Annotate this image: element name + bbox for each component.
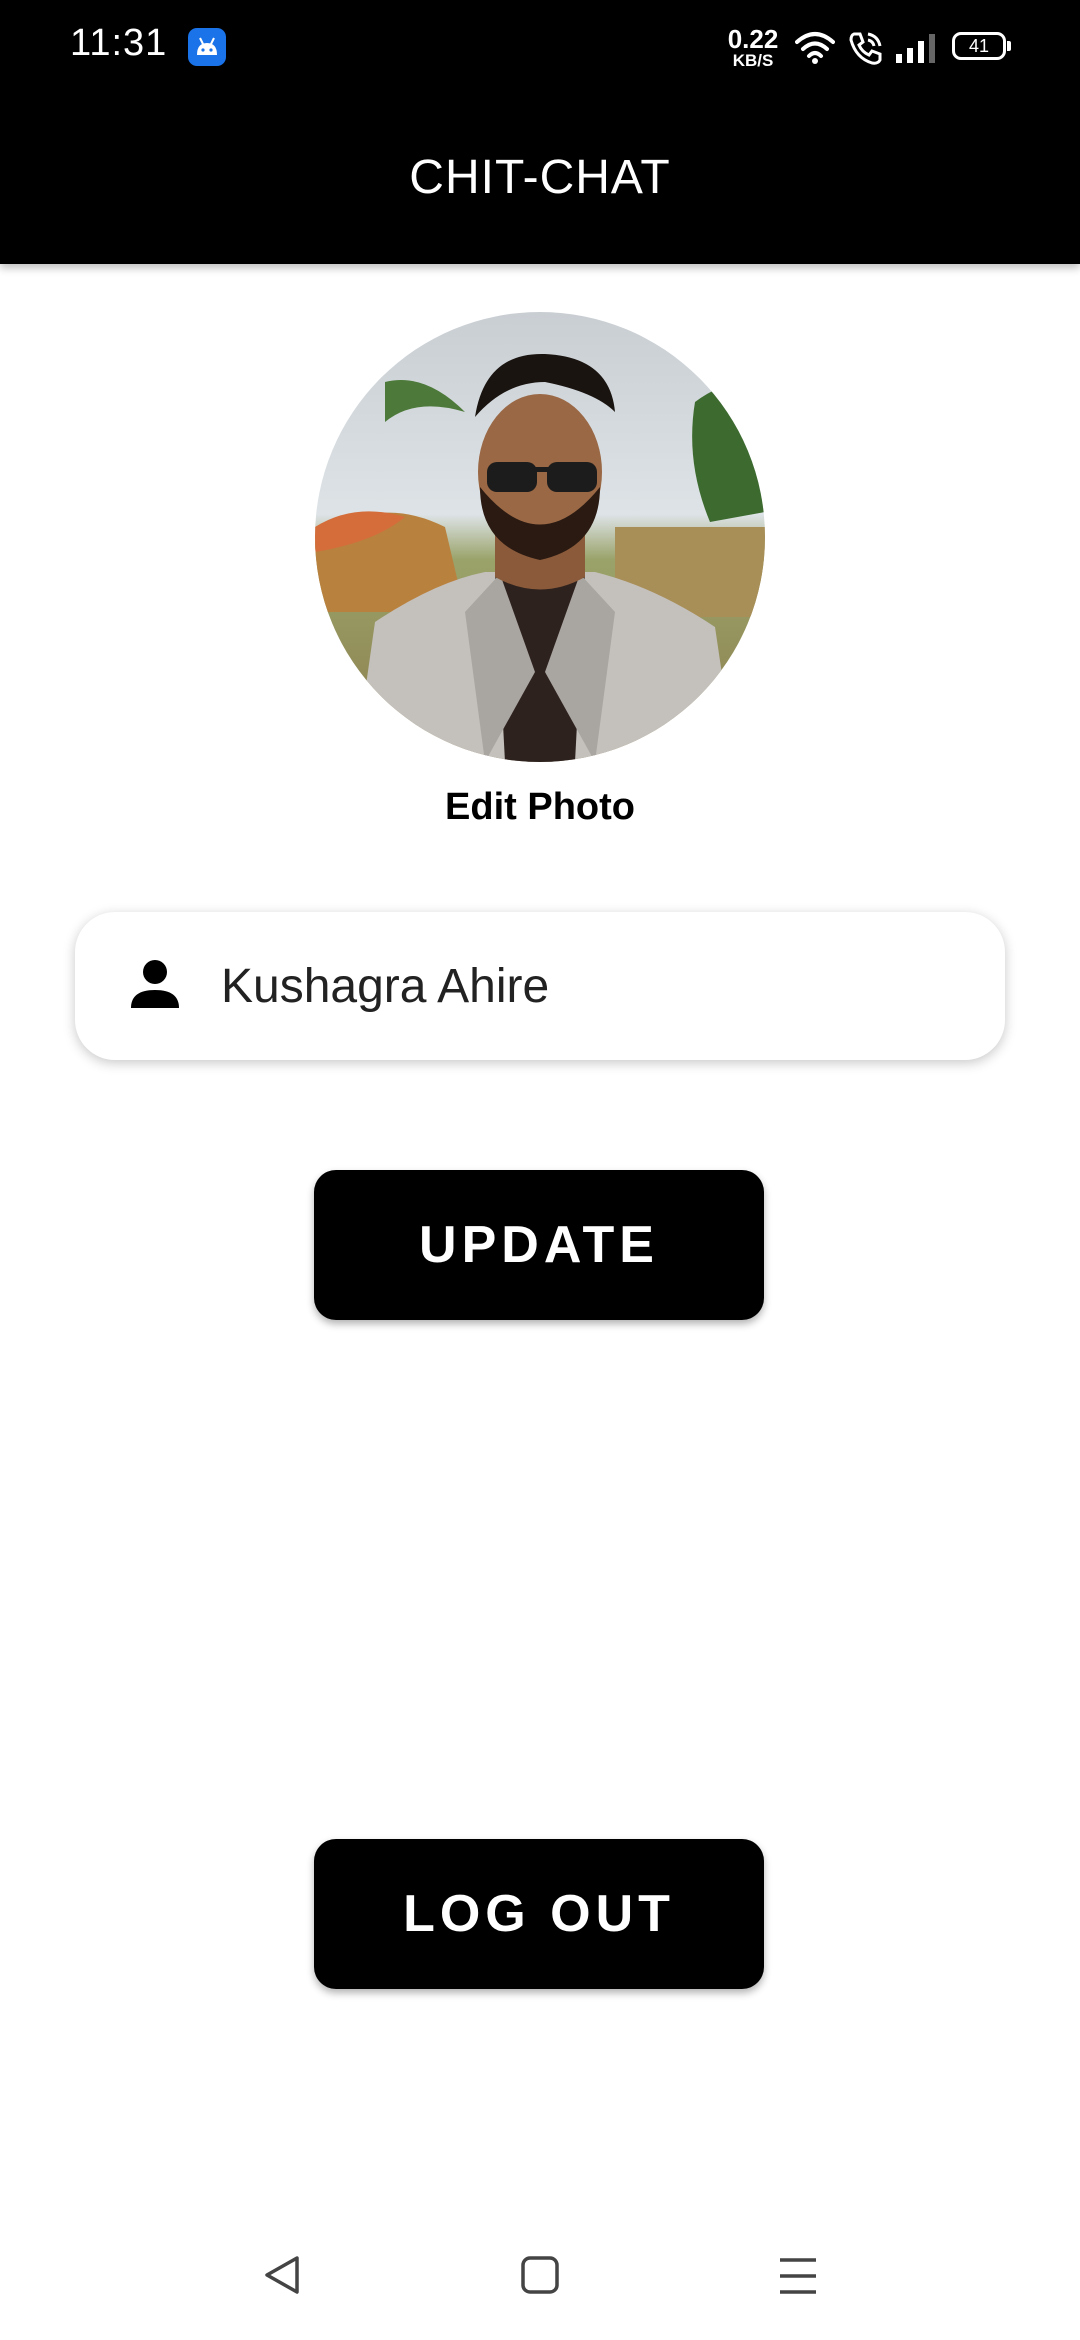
status-bar: 11:31 0.22 KB/S 41: [0, 0, 1080, 100]
battery-icon: 41: [952, 32, 1011, 60]
wifi-icon: [795, 30, 835, 69]
network-speed-unit: KB/S: [732, 51, 774, 70]
signal-icon: [895, 32, 937, 69]
wifi-calling-icon: [848, 30, 884, 71]
name-field[interactable]: [75, 912, 1005, 1060]
network-speed: 0.22 KB/S: [727, 26, 779, 69]
menu-icon[interactable]: [778, 2257, 818, 2300]
profile-photo[interactable]: [315, 312, 765, 762]
person-icon: [129, 958, 181, 1015]
app-bar: CHIT-CHAT: [0, 100, 1080, 264]
update-button[interactable]: UPDATE: [314, 1170, 764, 1320]
network-speed-value: 0.22: [727, 24, 779, 54]
logout-button[interactable]: LOG OUT: [314, 1839, 764, 1989]
status-time: 11:31: [70, 22, 168, 64]
battery-level: 41: [968, 36, 990, 56]
edit-photo-link[interactable]: Edit Photo: [0, 786, 1080, 829]
back-icon[interactable]: [262, 2254, 302, 2301]
name-input[interactable]: [218, 942, 961, 1030]
android-icon: [188, 28, 226, 66]
app-title: CHIT-CHAT: [409, 151, 671, 204]
home-icon[interactable]: [520, 2255, 560, 2300]
navigation-bar: [0, 2220, 1080, 2340]
profile-photo-image: [315, 312, 765, 762]
